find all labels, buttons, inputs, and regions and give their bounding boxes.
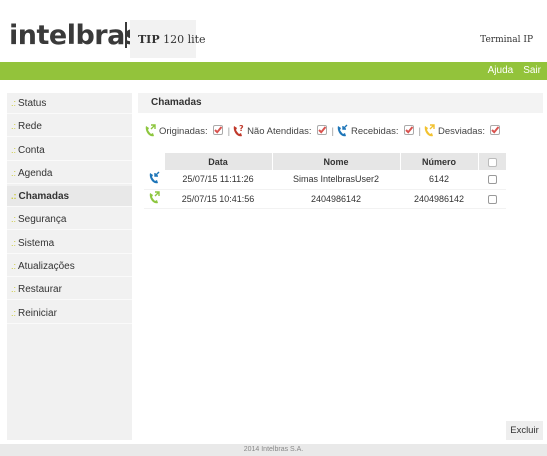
received-call-icon [337,124,348,137]
header: intelbras TIP 120 lite Terminal IP [0,0,547,62]
received-label: Recebidas: [350,125,399,137]
date-column-header: Data [164,153,273,170]
sidebar-item-agenda[interactable]: .: Agenda [7,162,132,184]
logo-divider [125,22,127,48]
forwarded-call-icon [424,124,435,137]
bullet: .: [11,121,17,132]
type-column-header [144,153,165,170]
call-type-filters: Originadas: | ? Não Atendidas: | Recebid… [144,123,503,139]
bullet: .: [11,261,17,272]
sidebar-item-atualizacoes[interactable]: .: Atualizações [7,256,132,278]
row-select-cell [478,189,506,209]
call-date: 25/07/15 11:11:26 [164,170,272,190]
table-header-row: Data Nome Número [144,153,507,170]
calls-table: Data Nome Número 25/07/15 11:11:26 Simas… [144,153,507,209]
sidebar-item-seguranca[interactable]: .: Segurança [7,209,132,231]
sidebar-item-conta[interactable]: .: Conta [7,139,132,161]
sidebar-item-chamadas[interactable]: .: Chamadas [7,186,132,208]
svg-text:?: ? [239,124,244,133]
sidebar-item-label: Conta [18,144,45,156]
call-number: 2404986142 [400,189,478,209]
sidebar-item-rede[interactable]: .: Rede [7,116,132,138]
bullet: .: [11,98,17,108]
row-checkbox[interactable] [487,175,497,185]
top-bar [0,62,547,80]
bullet: .: [11,144,17,155]
name-column-header: Nome [272,153,401,170]
separator: | [331,125,334,137]
select-all-checkbox[interactable] [487,157,497,167]
sidebar-item-label: Segurança [18,214,67,226]
table-row: 25/07/15 11:11:26 Simas IntelbrasUser2 6… [144,170,506,190]
separator: | [418,125,421,137]
originated-call-icon [149,190,160,203]
logout-link[interactable]: Sair [523,65,541,76]
product-version: 120 lite [163,33,206,46]
missed-call-icon: ? [233,124,244,137]
top-nav: Ajuda Sair [488,65,541,76]
call-name: Simas IntelbrasUser2 [272,170,400,190]
sidebar-item-label: Atualizações [18,261,75,273]
page-title: Chamadas [151,97,202,108]
product-name: TIP 120 lite [138,33,206,46]
originated-label: Originadas: [159,125,208,137]
delete-button[interactable]: Excluir [506,421,543,440]
footer-copyright: 2014 Intelbras S.A. [0,444,547,456]
separator: | [227,125,231,137]
main-header: Chamadas [138,93,543,113]
bullet: .: [11,167,17,178]
forwarded-label: Desviadas: [437,125,485,137]
call-number: 6142 [400,170,478,190]
intelbras-logo: intelbras [9,20,141,51]
sidebar-item-label: Sistema [18,237,55,249]
sidebar-item-label: Restaurar [18,284,62,296]
device-type-label: Terminal IP [480,35,533,45]
missed-checkbox[interactable] [316,124,327,138]
sidebar: .: Status .: Rede .: Conta .: Agenda .: Chama… [7,93,132,440]
table-row: 25/07/15 10:41:56 2404986142 2404986142 [144,189,506,209]
bullet: .: [11,191,17,202]
call-date: 25/07/15 10:41:56 [164,189,272,209]
bullet: .: [11,307,17,318]
received-checkbox[interactable] [403,124,414,138]
call-type-cell [144,170,164,190]
sidebar-item-label: Agenda [18,167,53,179]
select-all-header [478,153,507,170]
bullet: .: [11,214,17,225]
call-name: 2404986142 [272,189,400,209]
product-model: TIP [138,33,160,46]
sidebar-item-restaurar[interactable]: .: Restaurar [7,279,132,301]
originated-checkbox[interactable] [212,124,223,138]
sidebar-item-label: Chamadas [18,191,70,203]
sidebar-item-label: Rede [18,121,42,133]
row-select-cell [478,170,506,190]
row-checkbox[interactable] [487,194,497,204]
bullet: .: [11,237,17,248]
sidebar-item-label: Reiniciar [18,307,57,319]
received-call-icon [149,171,160,184]
originated-call-icon [145,124,156,137]
sidebar-item-sistema[interactable]: .: Sistema [7,232,132,254]
forwarded-checkbox[interactable] [489,124,500,138]
sidebar-item-status[interactable]: .: Status [7,93,132,114]
sidebar-item-reiniciar[interactable]: .: Reiniciar [7,302,132,324]
main-panel: Chamadas Originadas: | ? Não Atendidas: … [138,93,543,440]
bullet: .: [11,284,17,295]
number-column-header: Número [400,153,479,170]
call-type-cell [144,189,164,209]
sidebar-item-label: Status [18,98,47,109]
help-link[interactable]: Ajuda [488,65,514,76]
missed-label: Não Atendidas: [247,125,312,137]
